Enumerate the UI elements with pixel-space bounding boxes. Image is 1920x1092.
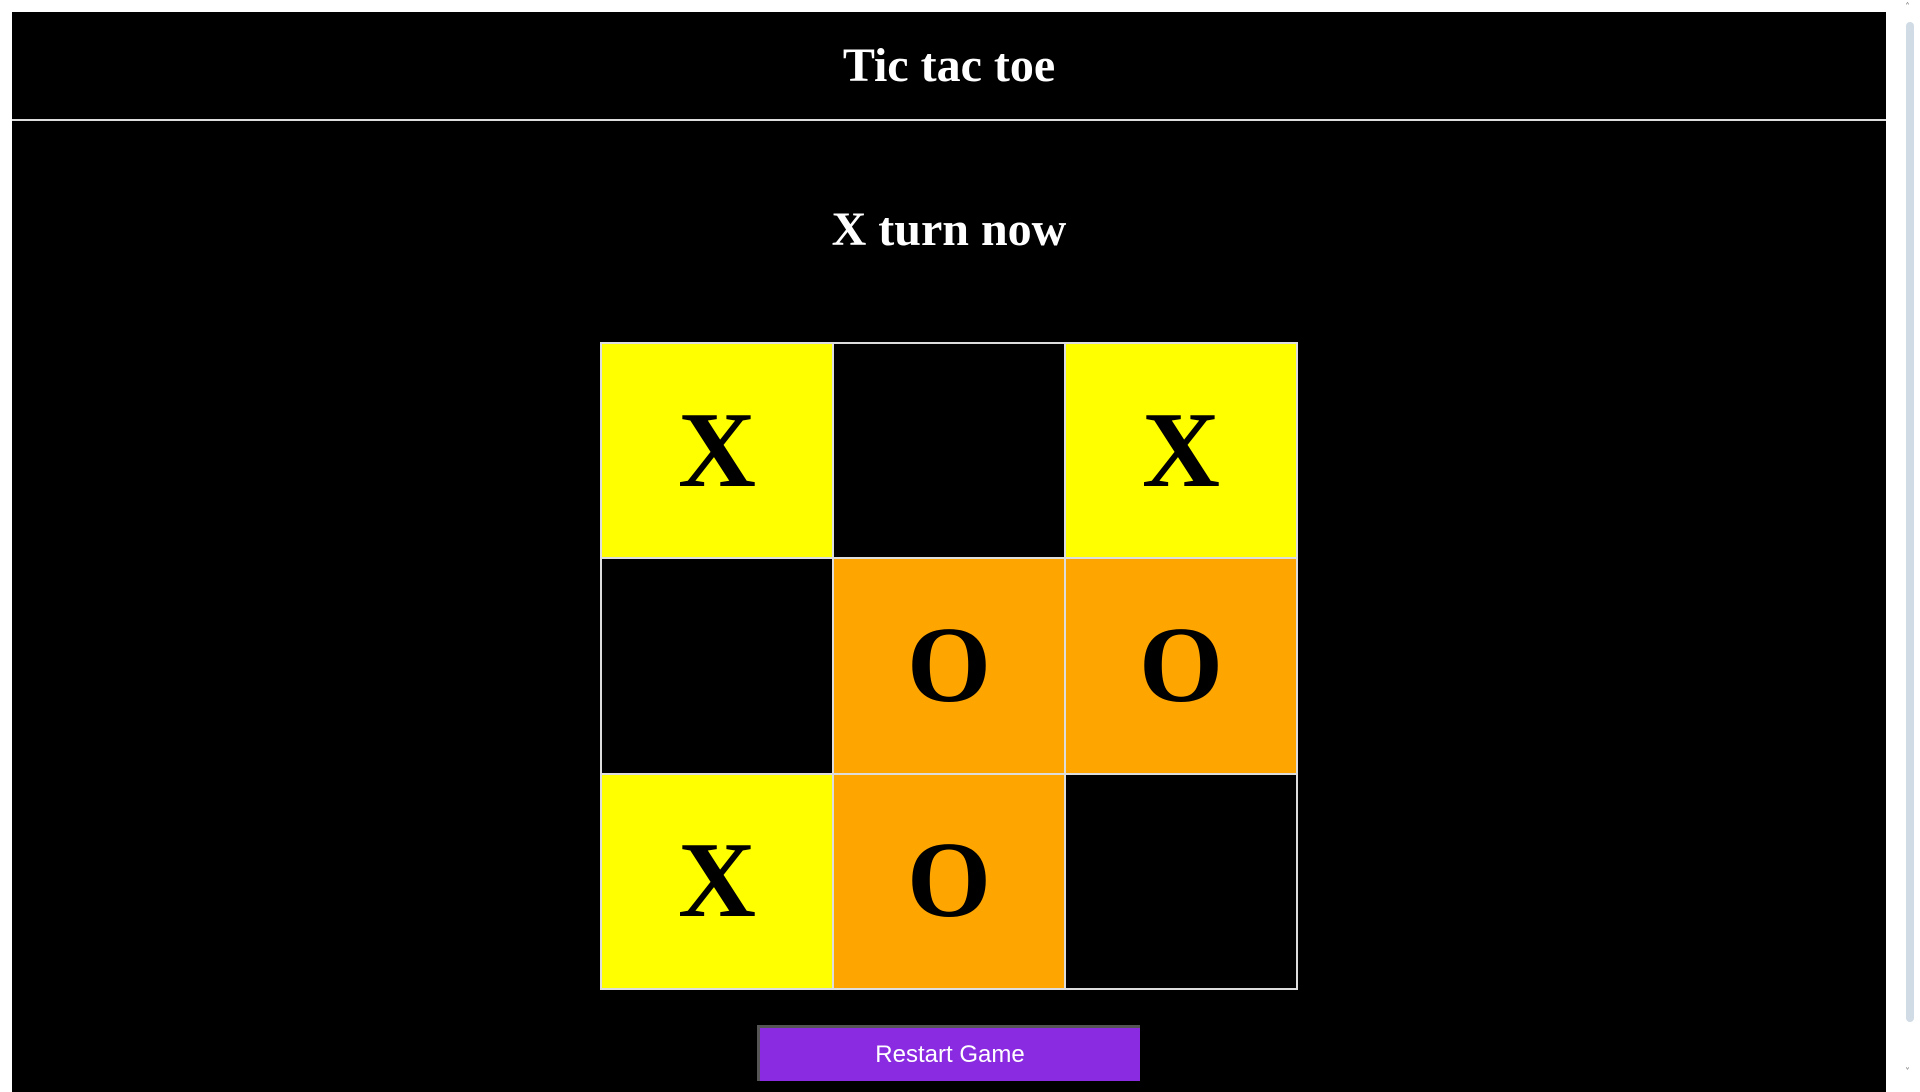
- board-cell[interactable]: [1065, 773, 1297, 989]
- scroll-down-icon[interactable]: ˅: [1905, 1067, 1910, 1078]
- header: Tic tac toe: [12, 12, 1886, 121]
- page-title: Tic tac toe: [842, 39, 1056, 92]
- game-board: X X O O X O: [600, 342, 1298, 990]
- board-cell[interactable]: X: [601, 773, 833, 989]
- game-page: Tic tac toe X turn now X X O O X O Resta…: [12, 12, 1886, 1092]
- turn-status: X turn now: [831, 203, 1067, 256]
- scrollbar[interactable]: ˄ ˅: [1900, 0, 1920, 1080]
- scrollbar-thumb[interactable]: [1906, 22, 1914, 1022]
- board-cell[interactable]: X: [601, 343, 833, 559]
- scroll-up-icon[interactable]: ˄: [1905, 2, 1910, 13]
- board-cell[interactable]: O: [1065, 558, 1297, 774]
- restart-game-button[interactable]: Restart Game: [757, 1025, 1140, 1081]
- board-cell[interactable]: O: [833, 773, 1065, 989]
- board-cell[interactable]: [601, 558, 833, 774]
- board-cell[interactable]: [833, 343, 1065, 559]
- board-cell[interactable]: O: [833, 558, 1065, 774]
- board-cell[interactable]: X: [1065, 343, 1297, 559]
